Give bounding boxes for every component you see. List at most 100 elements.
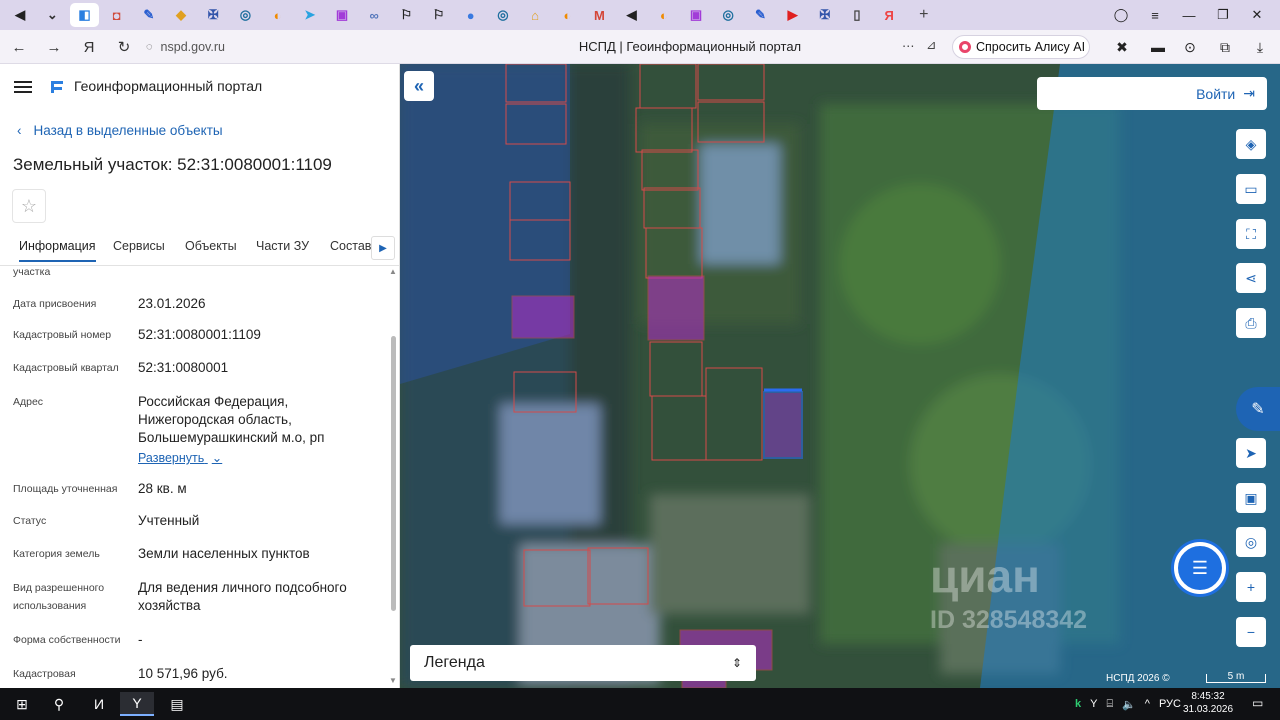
browser-tab[interactable]: ◘ — [102, 3, 131, 27]
login-button[interactable]: Войти ⇥ — [1037, 77, 1267, 110]
browser-tab[interactable]: ◧ — [69, 3, 99, 27]
browser-tab[interactable]: ▣ — [327, 3, 356, 27]
browser-tab[interactable]: Я — [875, 3, 904, 27]
clock[interactable]: 8:45:32 31.03.2026 — [1178, 690, 1238, 716]
browser-tab[interactable]: M — [585, 3, 614, 27]
file-explorer-icon[interactable]: ▤ — [160, 692, 194, 716]
yandex-browser-icon[interactable]: Y — [120, 692, 154, 716]
network-icon[interactable]: ⌸ — [1106, 698, 1113, 711]
measure-button[interactable]: ▭ — [1236, 174, 1266, 204]
scrollbar-thumb[interactable] — [391, 336, 396, 611]
share-button[interactable]: ⋖ — [1236, 263, 1266, 293]
browser-tab[interactable]: ✠ — [199, 3, 228, 27]
browser-tab[interactable]: ◎ — [488, 3, 517, 27]
close-window-button[interactable]: ✕ — [1240, 0, 1274, 30]
layers-button[interactable]: ◈ — [1236, 129, 1266, 159]
search-icon[interactable]: ⚲ — [42, 692, 76, 716]
portal-logo-icon — [51, 81, 63, 93]
notifications-icon[interactable]: ▭ — [1252, 696, 1263, 710]
kaspersky-icon[interactable]: k — [1075, 698, 1081, 710]
tab-parts[interactable]: Части ЗУ — [256, 239, 309, 253]
minimap-button[interactable]: ▣ — [1236, 483, 1266, 513]
volume-icon[interactable]: 🔈 — [1122, 698, 1136, 711]
browser-tab[interactable]: ⚐ — [424, 3, 453, 27]
ask-alice-button[interactable]: Спросить Алису AI — [952, 35, 1090, 59]
tab-information[interactable]: Информация — [19, 239, 96, 262]
scale-bar: 5 m — [1206, 671, 1266, 683]
browser-tab[interactable]: ◎ — [231, 3, 260, 27]
browser-tab[interactable]: ▣ — [682, 3, 711, 27]
browser-tab[interactable]: ◀ — [6, 3, 35, 27]
draw-tools-button[interactable]: ✎ — [1236, 387, 1280, 431]
browser-tab[interactable]: ✎ — [746, 3, 775, 27]
tab-composition[interactable]: Состав — [330, 239, 371, 253]
browser-tab[interactable]: ◀ — [617, 3, 646, 27]
browser-tab[interactable]: ∞ — [360, 3, 389, 27]
browser-tab[interactable]: ✠ — [810, 3, 839, 27]
browser-tab[interactable]: ◆ — [167, 3, 196, 27]
new-tab-button[interactable]: + — [909, 3, 938, 27]
select-area-button[interactable]: ⛶ — [1236, 219, 1266, 249]
minimize-button[interactable]: — — [1172, 0, 1206, 30]
extension-play-icon[interactable]: ⊙ — [1181, 38, 1199, 56]
yandex-tray-icon[interactable]: Y — [1090, 698, 1097, 710]
tabs-next-button[interactable]: ▶ — [371, 236, 395, 260]
print-button[interactable]: ⎙ — [1236, 308, 1266, 338]
extension-hat-icon[interactable]: ▬ — [1149, 38, 1167, 56]
browser-tab[interactable]: ✎ — [134, 3, 163, 27]
zoom-out-button[interactable]: − — [1236, 617, 1266, 647]
app-icon[interactable]: И — [82, 692, 116, 716]
expand-link[interactable]: Развернуть ⌄ — [138, 449, 378, 467]
hamburger-menu-icon[interactable] — [14, 81, 32, 93]
chat-button[interactable]: ☰ — [1174, 542, 1226, 594]
collapse-panel-button[interactable]: « — [404, 71, 434, 101]
browser-tab[interactable]: ◎ — [714, 3, 743, 27]
menu-icon[interactable]: ≡ — [1138, 0, 1172, 30]
feather-icon: ✎ — [754, 7, 766, 22]
browser-tab[interactable]: ➤ — [295, 3, 324, 27]
scale-label: 5 m — [1227, 671, 1245, 682]
field-value: - — [138, 632, 143, 647]
extension-puzzle-icon[interactable]: ⧉ — [1216, 38, 1234, 56]
windows-start-icon[interactable]: ⊞ — [5, 692, 39, 716]
map-view[interactable]: циан ID 328548342 « Войти ⇥ ◈ ▭ ⛶ ⋖ ⎙ ✎ ➤… — [400, 64, 1280, 688]
favorite-star-button[interactable]: ☆ — [12, 189, 46, 223]
browser-tab[interactable]: ◐ — [649, 3, 678, 27]
scroll-up-icon[interactable]: ▲ — [389, 267, 397, 276]
plus-icon: + — [919, 6, 929, 23]
browser-tab[interactable]: ⚐ — [392, 3, 421, 27]
locate-button[interactable]: ➤ — [1236, 438, 1266, 468]
more-dots-icon[interactable]: ⋯ — [902, 38, 915, 53]
browser-tab[interactable]: ▶ — [778, 3, 807, 27]
gmail-icon: M — [594, 7, 605, 23]
yandex-icon[interactable]: Я — [78, 36, 100, 58]
url-field[interactable]: ◌ nspd.gov.ru НСПД | Геоинформационный п… — [146, 36, 946, 58]
back-to-selected-link[interactable]: ‹ Назад в выделенные объекты — [17, 123, 223, 138]
browser-tab[interactable]: ⌄ — [38, 3, 67, 27]
browser-tab[interactable]: ● — [456, 3, 485, 27]
chevron-up-icon[interactable]: ^ — [1145, 698, 1150, 710]
extension-k-icon[interactable]: ✖ — [1113, 38, 1131, 56]
geolocation-button[interactable]: ◎ — [1236, 527, 1266, 557]
bookmark-icon[interactable]: ⊿ — [926, 37, 936, 52]
back-arrow-icon[interactable]: ← — [8, 36, 30, 58]
reload-icon[interactable]: ↻ — [113, 36, 135, 58]
download-icon[interactable]: ⤓ — [1251, 38, 1269, 56]
profile-icon[interactable]: ◯ — [1104, 0, 1138, 30]
zoom-in-button[interactable]: + — [1236, 572, 1266, 602]
browser-tab[interactable]: ◐ — [263, 3, 292, 27]
browser-tab[interactable]: ◐ — [553, 3, 582, 27]
tab-objects[interactable]: Объекты — [185, 239, 237, 253]
browser-tab[interactable]: ▯ — [842, 3, 871, 27]
forward-arrow-icon[interactable]: → — [43, 36, 65, 58]
caret-right-icon: ▶ — [379, 242, 387, 254]
tab-services[interactable]: Сервисы — [113, 239, 165, 253]
scroll-down-icon[interactable]: ▼ — [389, 676, 397, 685]
field-label: Категория земель — [13, 548, 100, 560]
field-value: 23.01.2026 — [138, 296, 206, 311]
legend-dropdown[interactable]: Легенда ⇕ — [410, 645, 756, 681]
browser-tab[interactable]: ⌂ — [521, 3, 550, 27]
shield-icon: ◌ — [146, 41, 153, 53]
field-label: Форма собственности — [13, 634, 121, 646]
restore-button[interactable]: ❐ — [1206, 0, 1240, 30]
